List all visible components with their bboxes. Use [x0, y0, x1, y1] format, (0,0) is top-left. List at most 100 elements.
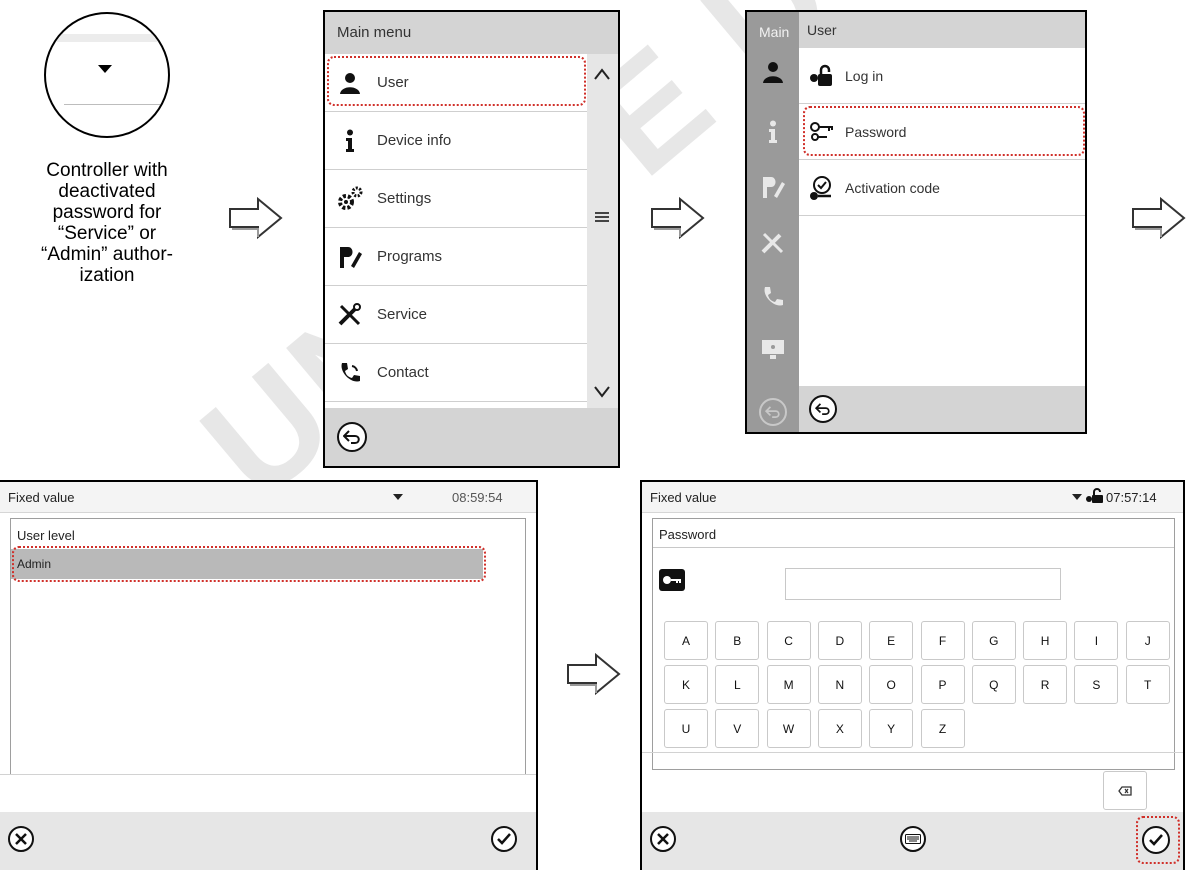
key-o[interactable]: O [869, 665, 914, 704]
password-input[interactable] [785, 568, 1061, 600]
key-g[interactable]: G [971, 621, 1016, 660]
page-title: Fixed value [650, 490, 717, 505]
key-i[interactable]: I [1074, 621, 1119, 660]
key-a[interactable]: A [664, 621, 708, 660]
back-arrow-icon [765, 406, 780, 418]
menu-item-settings[interactable]: Settings [325, 170, 587, 228]
back-button[interactable] [809, 395, 837, 423]
section-label: Password [659, 527, 717, 542]
keyboard-toggle-button[interactable] [900, 826, 926, 852]
check-icon [497, 833, 511, 845]
user-menu-footer [799, 386, 1085, 432]
back-arrow-icon [343, 430, 360, 444]
dropdown-arrow-icon[interactable] [393, 494, 403, 500]
dropdown-arrow-icon [98, 65, 112, 73]
key-f[interactable]: F [920, 621, 965, 660]
arrow-right-icon [567, 652, 621, 696]
user-level-footer [0, 812, 536, 870]
key-d[interactable]: D [817, 621, 862, 660]
user-level-panel: User level Admin [10, 518, 526, 775]
main-menu-footer [325, 408, 618, 466]
user-icon [337, 70, 363, 96]
key-u[interactable]: U [664, 709, 708, 748]
confirm-button[interactable] [1142, 826, 1170, 854]
tools-icon[interactable] [760, 230, 786, 256]
controller-dial [44, 12, 170, 138]
display-icon[interactable] [760, 338, 786, 362]
clock-time: 07:57:14 [1106, 490, 1157, 505]
menu-item-programs[interactable]: Programs [325, 228, 587, 286]
scroll-down-icon[interactable] [594, 386, 610, 398]
keys-icon [809, 119, 835, 145]
programs-icon[interactable] [760, 174, 786, 200]
backspace-key[interactable] [1103, 771, 1147, 810]
menu-item-label: Log in [845, 67, 884, 84]
key-w[interactable]: W [766, 709, 811, 748]
key-j[interactable]: J [1125, 621, 1170, 660]
tab-main[interactable]: Main [759, 24, 789, 40]
check-icon [1149, 834, 1163, 846]
menu-item-label: Service [377, 306, 428, 323]
info-icon[interactable] [761, 120, 785, 144]
key-e[interactable]: E [869, 621, 914, 660]
menu-item-label: Programs [377, 248, 443, 265]
programs-icon [337, 244, 363, 270]
key-l[interactable]: L [715, 665, 760, 704]
key-t[interactable]: T [1125, 665, 1170, 704]
cancel-button[interactable] [650, 826, 676, 852]
scrollbar[interactable] [587, 54, 618, 408]
menu-item-label: User [377, 74, 409, 91]
menu-item-contact[interactable]: Contact [325, 344, 587, 402]
phone-icon [337, 360, 363, 386]
scroll-up-icon[interactable] [594, 68, 610, 80]
arrow-right-icon [229, 196, 283, 240]
dropdown-arrow-icon[interactable] [1072, 494, 1082, 500]
close-icon [15, 833, 27, 845]
menu-item-label: Device info [377, 132, 452, 149]
password-footer [642, 812, 1183, 870]
user-icon[interactable] [761, 60, 785, 84]
gears-icon [337, 186, 363, 212]
key-v[interactable]: V [715, 709, 760, 748]
key-s[interactable]: S [1074, 665, 1119, 704]
controller-caption: Controller with deactivated password for… [41, 160, 173, 286]
close-icon [657, 833, 669, 845]
phone-icon[interactable] [760, 284, 786, 310]
menu-item-device-info[interactable]: Device info [325, 112, 587, 170]
key-y[interactable]: Y [869, 709, 914, 748]
key-h[interactable]: H [1023, 621, 1068, 660]
menu-item-log-in[interactable]: Log in [799, 48, 1085, 104]
lock-icon [809, 63, 835, 89]
arrow-right-icon [651, 196, 705, 240]
main-sidebar: Main [747, 12, 799, 432]
key-z[interactable]: Z [920, 709, 965, 748]
key-b[interactable]: B [715, 621, 760, 660]
sidebar-back-button[interactable] [759, 398, 787, 426]
menu-item-user[interactable]: User [325, 54, 587, 112]
key-r[interactable]: R [1023, 665, 1068, 704]
confirm-button[interactable] [491, 826, 517, 852]
scroll-handle-icon[interactable] [595, 212, 609, 222]
menu-item-activation-code[interactable]: Activation code [799, 160, 1085, 216]
password-screen: Fixed value 07:57:14 Password ABCDEFGHIJ… [640, 480, 1185, 870]
cancel-button[interactable] [8, 826, 34, 852]
key-q[interactable]: Q [971, 665, 1016, 704]
menu-item-service[interactable]: Service [325, 286, 587, 344]
option-label: Admin [17, 557, 52, 571]
menu-item-password[interactable]: Password [799, 104, 1085, 160]
back-button[interactable] [337, 422, 367, 452]
key-m[interactable]: M [766, 665, 811, 704]
key-p[interactable]: P [920, 665, 965, 704]
key-x[interactable]: X [817, 709, 862, 748]
key-k[interactable]: K [664, 665, 708, 704]
keyboard-icon [905, 834, 921, 844]
main-menu-screen: Main menu User Device info Settings Prog… [323, 10, 620, 468]
key-n[interactable]: N [817, 665, 862, 704]
page-title: Fixed value [8, 490, 75, 505]
user-menu-screen: Main User Log in Password Activation cod… [745, 10, 1087, 434]
arrow-right-icon [1132, 196, 1186, 240]
option-admin[interactable]: Admin [11, 549, 483, 579]
key-c[interactable]: C [766, 621, 811, 660]
back-arrow-icon [815, 403, 830, 415]
menu-item-label: Activation code [845, 179, 940, 196]
